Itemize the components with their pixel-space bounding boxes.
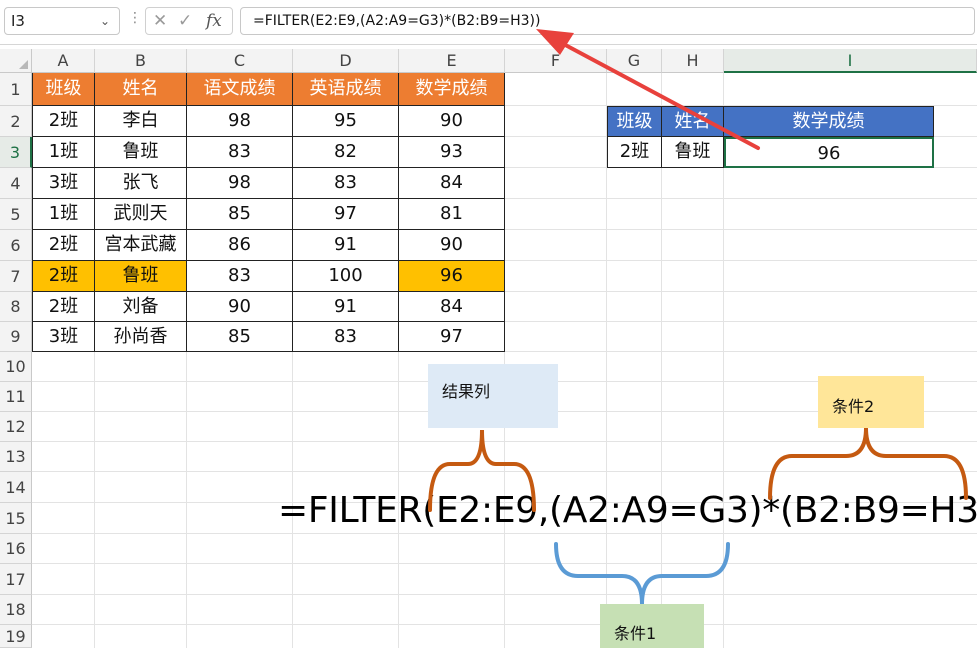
- condition1-label-box: 条件1: [600, 604, 704, 648]
- table-cell[interactable]: 83: [187, 137, 293, 168]
- table-cell[interactable]: 张飞: [95, 168, 187, 199]
- table-cell[interactable]: 3班: [32, 168, 95, 199]
- row-header-4[interactable]: 4: [0, 168, 32, 199]
- formula-tools: ✕ ✓ fx: [145, 7, 233, 35]
- row-header-7[interactable]: 7: [0, 261, 32, 292]
- result-cell[interactable]: 96: [724, 137, 934, 168]
- table-cell[interactable]: 2班: [32, 292, 95, 322]
- table-cell[interactable]: 95: [293, 106, 399, 137]
- annotated-formula: =FILTER(E2:E9,(A2:A9=G3)*(B2:B9=H3)): [278, 490, 977, 531]
- row-header-16[interactable]: 16: [0, 534, 32, 564]
- formula-bar: I3 ⌄ ⋮ ✕ ✓ fx =FILTER(E2:E9,(A2:A9=G3)*(…: [0, 0, 977, 45]
- row-header-19[interactable]: 19: [0, 625, 32, 648]
- row-header-11[interactable]: 11: [0, 382, 32, 412]
- enter-icon[interactable]: ✓: [178, 10, 192, 32]
- table-cell[interactable]: 98: [187, 168, 293, 199]
- column-header-d[interactable]: D: [293, 49, 399, 73]
- condition1-brace: [554, 542, 730, 605]
- table-cell[interactable]: 91: [293, 230, 399, 261]
- row-header-8[interactable]: 8: [0, 292, 32, 322]
- table-cell[interactable]: 91: [293, 292, 399, 322]
- row-header-1[interactable]: 1: [0, 73, 32, 106]
- column-header-f[interactable]: F: [505, 49, 607, 73]
- table-cell[interactable]: 90: [187, 292, 293, 322]
- table-cell[interactable]: 3班: [32, 322, 95, 352]
- table-cell[interactable]: 86: [187, 230, 293, 261]
- name-box-value: I3: [11, 12, 25, 30]
- column-header-h[interactable]: H: [662, 49, 724, 73]
- table-cell[interactable]: 武则天: [95, 199, 187, 230]
- table-cell[interactable]: 鲁班: [95, 261, 187, 292]
- row-header-14[interactable]: 14: [0, 472, 32, 503]
- table-cell[interactable]: 1班: [32, 199, 95, 230]
- table-cell[interactable]: 刘备: [95, 292, 187, 322]
- row-header-18[interactable]: 18: [0, 595, 32, 625]
- select-all-corner[interactable]: [0, 49, 32, 73]
- row-header-3[interactable]: 3: [0, 137, 32, 168]
- table-cell[interactable]: 97: [293, 199, 399, 230]
- table-cell[interactable]: 82: [293, 137, 399, 168]
- row-header-2[interactable]: 2: [0, 106, 32, 137]
- table-header-cell[interactable]: 语文成绩: [187, 73, 293, 106]
- table-header-cell[interactable]: 数学成绩: [399, 73, 505, 106]
- fx-insert-function-icon[interactable]: fx: [206, 10, 222, 32]
- table-cell[interactable]: 1班: [32, 137, 95, 168]
- table-cell[interactable]: 100: [293, 261, 399, 292]
- row-header-6[interactable]: 6: [0, 230, 32, 261]
- result-column-label: 结果列: [442, 382, 491, 401]
- lookup-value-cell[interactable]: 2班: [607, 137, 662, 168]
- row-header-17[interactable]: 17: [0, 564, 32, 595]
- more-options-icon: ⋮: [128, 10, 142, 26]
- lookup-header-cell[interactable]: 班级: [607, 106, 662, 137]
- column-header-a[interactable]: A: [32, 49, 95, 73]
- chevron-down-icon[interactable]: ⌄: [100, 8, 110, 34]
- table-header-cell[interactable]: 英语成绩: [293, 73, 399, 106]
- column-header-b[interactable]: B: [95, 49, 187, 73]
- table-cell[interactable]: 鲁班: [95, 137, 187, 168]
- formula-text: =FILTER(E2:E9,(A2:A9=G3)*(B2:B9=H3)): [253, 13, 541, 29]
- row-header-9[interactable]: 9: [0, 322, 32, 352]
- column-header-c[interactable]: C: [187, 49, 293, 73]
- table-cell[interactable]: 85: [187, 199, 293, 230]
- table-cell[interactable]: 宫本武藏: [95, 230, 187, 261]
- table-cell[interactable]: 93: [399, 137, 505, 168]
- column-header-i[interactable]: I: [724, 49, 977, 73]
- column-header-g[interactable]: G: [607, 49, 662, 73]
- table-header-cell[interactable]: 班级: [32, 73, 95, 106]
- condition1-label: 条件1: [614, 624, 657, 643]
- row-header-15[interactable]: 15: [0, 503, 32, 534]
- table-cell[interactable]: 2班: [32, 106, 95, 137]
- lookup-header-cell[interactable]: 姓名: [662, 106, 724, 137]
- row-header-12[interactable]: 12: [0, 412, 32, 442]
- table-cell[interactable]: 90: [399, 106, 505, 137]
- condition2-label: 条件2: [832, 397, 875, 416]
- lookup-header-cell[interactable]: 数学成绩: [724, 106, 934, 137]
- table-cell[interactable]: 84: [399, 292, 505, 322]
- table-cell[interactable]: 81: [399, 199, 505, 230]
- table-cell[interactable]: 98: [187, 106, 293, 137]
- table-cell[interactable]: 84: [399, 168, 505, 199]
- table-cell[interactable]: 85: [187, 322, 293, 352]
- table-cell[interactable]: 83: [187, 261, 293, 292]
- condition2-brace: [768, 427, 968, 500]
- column-header-e[interactable]: E: [399, 49, 505, 73]
- cancel-icon[interactable]: ✕: [153, 10, 167, 32]
- table-cell[interactable]: 83: [293, 168, 399, 199]
- table-cell[interactable]: 97: [399, 322, 505, 352]
- table-header-cell[interactable]: 姓名: [95, 73, 187, 106]
- row-header-5[interactable]: 5: [0, 199, 32, 230]
- row-header-10[interactable]: 10: [0, 352, 32, 382]
- row-header-13[interactable]: 13: [0, 442, 32, 472]
- table-cell[interactable]: 孙尚香: [95, 322, 187, 352]
- table-cell[interactable]: 李白: [95, 106, 187, 137]
- table-cell[interactable]: 2班: [32, 230, 95, 261]
- table-cell[interactable]: 2班: [32, 261, 95, 292]
- formula-input[interactable]: =FILTER(E2:E9,(A2:A9=G3)*(B2:B9=H3)): [240, 7, 975, 35]
- condition2-label-box: 条件2: [818, 376, 924, 428]
- table-cell[interactable]: 83: [293, 322, 399, 352]
- table-cell[interactable]: 96: [399, 261, 505, 292]
- result-column-label-box: 结果列: [428, 364, 558, 428]
- lookup-value-cell[interactable]: 鲁班: [662, 137, 724, 168]
- table-cell[interactable]: 90: [399, 230, 505, 261]
